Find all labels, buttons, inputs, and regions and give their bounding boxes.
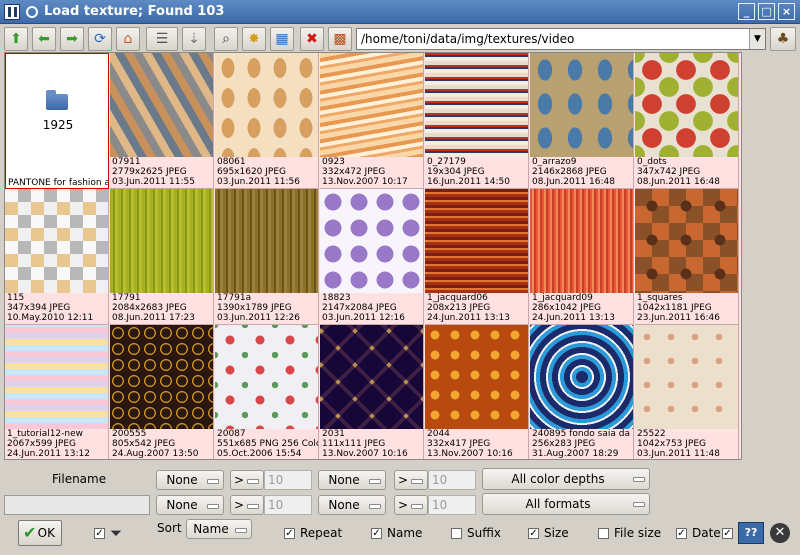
thumbnail-item[interactable]: 0_dots 347x742 JPEG 08.Jun.2011 16:48 — [635, 53, 739, 189]
thumbnail-item[interactable]: 1_jacquard09 286x1042 JPEG 24.Jun.2011 1… — [530, 189, 634, 325]
name-checkbox[interactable]: ✓ — [371, 528, 382, 539]
magnify-icon[interactable]: ⌕ — [214, 27, 238, 51]
path-input[interactable]: /home/toni/data/img/textures/video — [356, 28, 766, 50]
filename-label: Filename — [52, 472, 107, 486]
filter4-operator[interactable]: > — [394, 495, 428, 515]
maximize-icon[interactable]: □ — [758, 3, 775, 20]
size-label: Size — [544, 526, 569, 540]
suffix-checkbox[interactable] — [451, 528, 462, 539]
view-list-icon[interactable]: ☰ — [146, 27, 178, 51]
right-panel — [744, 52, 796, 460]
sort-select[interactable]: Name — [186, 519, 252, 539]
color-depth-select[interactable]: All color depths — [482, 468, 650, 490]
filter4-select[interactable]: None — [318, 495, 386, 515]
help-button[interactable]: ?? — [738, 522, 764, 544]
up-arrow-icon[interactable]: ⬆ — [4, 27, 28, 51]
file-size-label: File size — [614, 526, 662, 540]
ok-check-icon: ✔ — [23, 523, 37, 542]
sort-down-icon[interactable]: ⇣ — [182, 27, 206, 51]
extra-checkbox[interactable]: ✓ — [722, 528, 733, 539]
path-dropdown-icon[interactable]: ▼ — [749, 29, 765, 49]
filter-checkbox[interactable]: ✓ — [94, 528, 105, 539]
filter3-operator[interactable]: > — [230, 495, 264, 515]
filter2-number[interactable]: 10 — [428, 470, 476, 490]
app-icon[interactable] — [4, 4, 20, 20]
ok-button[interactable]: ✔ OK — [18, 520, 62, 546]
filter2-operator[interactable]: > — [394, 470, 428, 490]
window-menu-icon[interactable] — [26, 6, 38, 18]
thumbnail-item[interactable]: 07911 2779x2625 JPEG 03.Jun.2011 11:55 — [110, 53, 214, 189]
thumbnail-item[interactable]: 240895 fondo saia da 4 256x283 JPEG 31.A… — [530, 325, 634, 459]
new-image-icon[interactable]: ✸ — [242, 27, 266, 51]
thumbnail-grid[interactable]: 1925 PANTONE for fashion and 07911 2779x… — [4, 52, 742, 460]
file-size-checkbox[interactable] — [598, 528, 609, 539]
thumbnail-item[interactable]: 17791a 1390x1789 JPEG 03.Jun.2011 12:26 — [215, 189, 319, 325]
toolbar: ⬆ ⬅ ➡ ⟳ ⌂ ☰ ⇣ ⌕ ✸ ▦ ✖ ▩ /home/toni/data/… — [0, 25, 800, 53]
thumbnail-item[interactable]: 1_squares 1042x1181 JPEG 23.Jun.2011 16:… — [635, 189, 739, 325]
thumbnail-item[interactable]: 2031 111x111 JPEG 13.Nov.2007 10:16 — [320, 325, 424, 459]
filter4-number[interactable]: 10 — [428, 495, 476, 515]
suffix-label: Suffix — [467, 526, 501, 540]
title-bar: Load texture; Found 103 _ □ × — [0, 0, 800, 24]
size-checkbox[interactable]: ✓ — [528, 528, 539, 539]
cancel-close-icon[interactable]: ✕ — [770, 523, 790, 543]
filter1-select[interactable]: None — [156, 470, 224, 490]
folder-item[interactable]: 1925 PANTONE for fashion and — [5, 53, 109, 189]
refresh-icon[interactable]: ⟳ — [88, 27, 112, 51]
sort-label: Sort — [157, 521, 182, 535]
filter3-select[interactable]: None — [156, 495, 224, 515]
image-properties-icon[interactable]: ▦ — [270, 27, 294, 51]
texture-icon[interactable]: ▩ — [328, 27, 352, 51]
forward-arrow-icon[interactable]: ➡ — [60, 27, 84, 51]
repeat-label: Repeat — [300, 526, 343, 540]
date-label: Date — [692, 526, 721, 540]
thumbnail-item[interactable]: 17791 2084x2683 JPEG 08.Jun.2011 17:23 — [110, 189, 214, 325]
thumbnail-item[interactable]: 1_jacquard06 208x213 JPEG 24.Jun.2011 13… — [425, 189, 529, 325]
formats-select[interactable]: All formats — [482, 493, 650, 515]
back-arrow-icon[interactable]: ⬅ — [32, 27, 56, 51]
thumbnail-item[interactable]: 200555 805x542 JPEG 24.Aug.2007 13:50 — [110, 325, 214, 459]
tree-icon[interactable]: ♣ — [770, 27, 796, 51]
thumbnail-item[interactable]: 0_27179 19x304 JPEG 16.Jun.2011 14:50 — [425, 53, 529, 189]
filename-input[interactable] — [4, 495, 150, 515]
thumbnail-item[interactable]: 20087 551x685 PNG 256 Colors 05.Oct.2006… — [215, 325, 319, 459]
funnel-icon: ⏷ — [110, 524, 123, 542]
name-label: Name — [387, 526, 423, 540]
minimize-icon[interactable]: _ — [738, 3, 755, 20]
thumbnail-item[interactable]: 2044 332x417 JPEG 13.Nov.2007 10:16 — [425, 325, 529, 459]
date-checkbox[interactable]: ✓ — [676, 528, 687, 539]
thumbnail-item[interactable]: 1_tutorial12-new 2067x599 JPEG 24.Jun.20… — [5, 325, 109, 459]
repeat-checkbox[interactable]: ✓ — [284, 528, 295, 539]
filter1-number[interactable]: 10 — [264, 470, 312, 490]
thumbnail-item[interactable]: 08061 695x1620 JPEG 03.Jun.2011 11:56 — [215, 53, 319, 189]
thumbnail-item[interactable]: 25522 1042x753 JPEG 03.Jun.2011 11:48 — [635, 325, 739, 459]
thumbnail-item[interactable]: 0_arrazo9 2146x2868 JPEG 08.Jun.2011 16:… — [530, 53, 634, 189]
delete-icon[interactable]: ✖ — [300, 27, 324, 51]
thumbnail-item[interactable]: 18823 2147x2084 JPEG 03.Jun.2011 12:16 — [320, 189, 424, 325]
filter1-operator[interactable]: > — [230, 470, 264, 490]
thumbnail-item[interactable]: 115 347x394 JPEG 10.May.2010 12:11 — [5, 189, 109, 325]
close-window-icon[interactable]: × — [778, 3, 795, 20]
folder-icon — [46, 90, 68, 110]
home-icon[interactable]: ⌂ — [116, 27, 140, 51]
thumbnail-item[interactable]: 0923 332x472 JPEG 13.Nov.2007 10:17 — [320, 53, 424, 189]
window-title: Load texture; Found 103 — [44, 4, 225, 19]
filter2-select[interactable]: None — [318, 470, 386, 490]
filter3-number[interactable]: 10 — [264, 495, 312, 515]
